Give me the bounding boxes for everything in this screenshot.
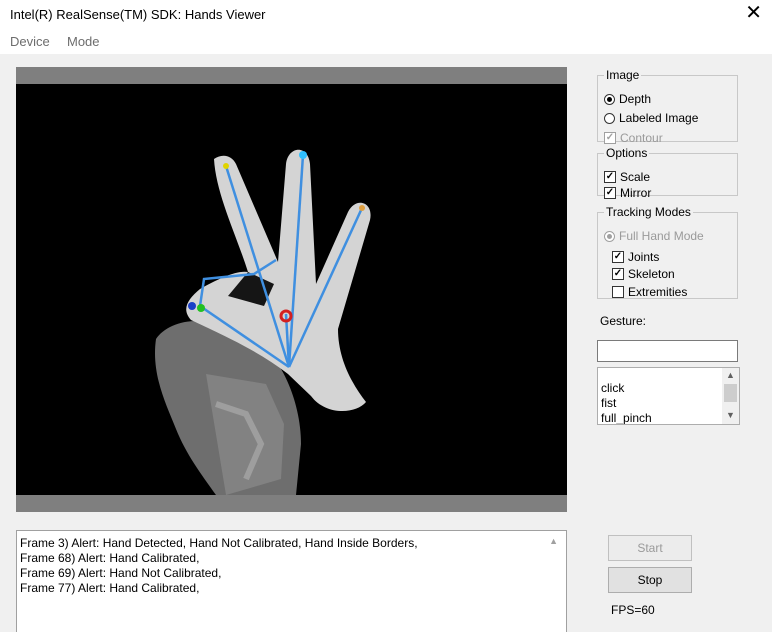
stop-button[interactable]: Stop bbox=[608, 567, 692, 593]
checkbox-icon[interactable]: ✓ bbox=[612, 268, 624, 280]
checkbox-joints-label: Joints bbox=[628, 250, 660, 264]
joint-index-tip bbox=[299, 151, 307, 159]
joint-middle-tip bbox=[359, 205, 365, 211]
log-line: Frame 68) Alert: Hand Calibrated, bbox=[20, 551, 200, 565]
radio-full-hand-mode: Full Hand Mode bbox=[604, 229, 704, 243]
checkbox-scale-label: Scale bbox=[620, 170, 651, 184]
scroll-up-icon[interactable]: ▲ bbox=[549, 536, 558, 546]
joint-green bbox=[197, 304, 205, 312]
menu-device[interactable]: Device bbox=[10, 34, 50, 49]
joint-blue bbox=[188, 302, 196, 310]
log-line: Frame 77) Alert: Hand Calibrated, bbox=[20, 581, 200, 595]
radio-labeled-label: Labeled Image bbox=[619, 111, 699, 125]
checkbox-mirror-label: Mirror bbox=[620, 186, 652, 200]
gesture-input[interactable] bbox=[597, 340, 738, 362]
start-button[interactable]: Start bbox=[608, 535, 692, 561]
menu-bar: Device Mode bbox=[0, 30, 772, 54]
image-group-legend: Image bbox=[606, 68, 640, 82]
image-group: Image Depth Labeled Image ✓ Contour bbox=[597, 68, 738, 145]
radio-icon[interactable] bbox=[604, 93, 615, 105]
checkbox-icon[interactable]: ✓ bbox=[604, 187, 616, 199]
alert-log[interactable]: Frame 3) Alert: Hand Detected, Hand Not … bbox=[16, 530, 567, 632]
list-item[interactable]: full_pinch bbox=[601, 411, 652, 424]
radio-labeled-image[interactable]: Labeled Image bbox=[604, 111, 698, 125]
checkbox-extremities-label: Extremities bbox=[628, 285, 688, 299]
depth-image bbox=[16, 84, 567, 495]
fps-readout: FPS=60 bbox=[611, 603, 655, 617]
gesture-label: Gesture: bbox=[600, 314, 647, 328]
log-line: Frame 69) Alert: Hand Not Calibrated, bbox=[20, 566, 222, 580]
options-group: Options ✓ Scale ✓ Mirror bbox=[597, 146, 738, 200]
depth-viewer bbox=[16, 67, 567, 512]
checkbox-scale[interactable]: ✓ Scale bbox=[604, 170, 650, 184]
log-line: Frame 3) Alert: Hand Detected, Hand Not … bbox=[20, 536, 418, 550]
tracking-modes-group: Tracking Modes Full Hand Mode ✓ Joints ✓… bbox=[597, 205, 738, 299]
radio-depth[interactable]: Depth bbox=[604, 92, 651, 106]
radio-full-hand-label: Full Hand Mode bbox=[619, 229, 704, 243]
list-item[interactable]: click bbox=[601, 381, 652, 396]
tracking-modes-legend: Tracking Modes bbox=[606, 205, 691, 219]
checkbox-extremities[interactable]: Extremities bbox=[612, 285, 687, 299]
options-group-legend: Options bbox=[606, 146, 648, 160]
title-bar: Intel(R) RealSense(TM) SDK: Hands Viewer… bbox=[0, 0, 772, 30]
checkbox-contour-label: Contour bbox=[620, 131, 663, 145]
list-item[interactable]: fist bbox=[601, 396, 652, 411]
checkbox-skeleton-label: Skeleton bbox=[628, 267, 675, 281]
scroll-up-icon[interactable]: ▲ bbox=[726, 370, 735, 380]
checkbox-icon: ✓ bbox=[604, 132, 616, 144]
radio-icon[interactable] bbox=[604, 112, 615, 124]
gesture-scrollbar[interactable]: ▲ ▼ bbox=[722, 368, 739, 424]
checkbox-joints[interactable]: ✓ Joints bbox=[612, 250, 659, 264]
checkbox-contour: ✓ Contour bbox=[604, 131, 663, 145]
close-icon[interactable]: ✕ bbox=[745, 2, 762, 24]
gesture-list[interactable]: click fist full_pinch ▲ ▼ bbox=[597, 367, 740, 425]
checkbox-mirror[interactable]: ✓ Mirror bbox=[604, 186, 651, 200]
menu-mode[interactable]: Mode bbox=[67, 34, 100, 49]
scroll-down-icon[interactable]: ▼ bbox=[726, 410, 735, 420]
joint-thumb-tip bbox=[223, 163, 229, 169]
checkbox-icon[interactable]: ✓ bbox=[612, 251, 624, 263]
radio-icon bbox=[604, 230, 615, 242]
checkbox-icon[interactable]: ✓ bbox=[604, 171, 616, 183]
checkbox-skeleton[interactable]: ✓ Skeleton bbox=[612, 267, 675, 281]
checkbox-icon[interactable] bbox=[612, 286, 624, 298]
window-title: Intel(R) RealSense(TM) SDK: Hands Viewer bbox=[10, 7, 266, 22]
scroll-thumb[interactable] bbox=[724, 384, 737, 402]
radio-depth-label: Depth bbox=[619, 92, 652, 106]
